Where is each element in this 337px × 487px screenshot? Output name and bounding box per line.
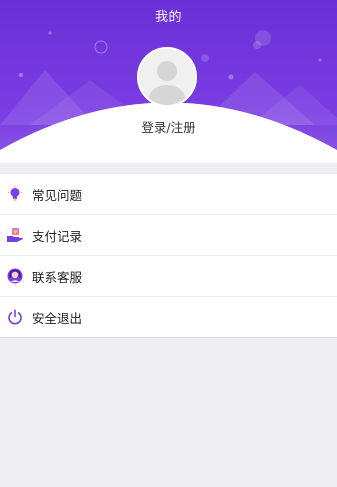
menu-item-faq[interactable]: 常见问题 <box>0 174 337 215</box>
customer-service-icon <box>6 267 24 285</box>
menu-item-label: 支付记录 <box>32 228 83 244</box>
power-icon <box>6 308 24 326</box>
menu-item-payment-records[interactable]: ¥ 支付记录 <box>0 215 337 256</box>
menu-item-label: 安全退出 <box>32 310 83 326</box>
settings-menu: 常见问题 ¥ 支付记录 联系客服 安全退出 <box>0 174 337 338</box>
lightbulb-icon <box>6 185 24 203</box>
profile-header: 我的 登录/注册 <box>0 0 337 163</box>
login-register-link[interactable]: 登录/注册 <box>0 117 337 136</box>
svg-text:¥: ¥ <box>14 230 18 236</box>
menu-item-contact-support[interactable]: 联系客服 <box>0 256 337 297</box>
menu-item-label: 联系客服 <box>32 269 83 285</box>
menu-item-label: 常见问题 <box>32 187 83 203</box>
page-title: 我的 <box>154 10 182 25</box>
profile-page: 我的 登录/注册 常见问题 ¥ 支付记录 联系客服 安全退出 <box>0 0 337 487</box>
menu-item-logout[interactable]: 安全退出 <box>0 297 337 338</box>
user-silhouette-icon <box>139 49 195 105</box>
payment-hand-icon: ¥ <box>6 226 24 244</box>
avatar[interactable] <box>137 47 197 107</box>
